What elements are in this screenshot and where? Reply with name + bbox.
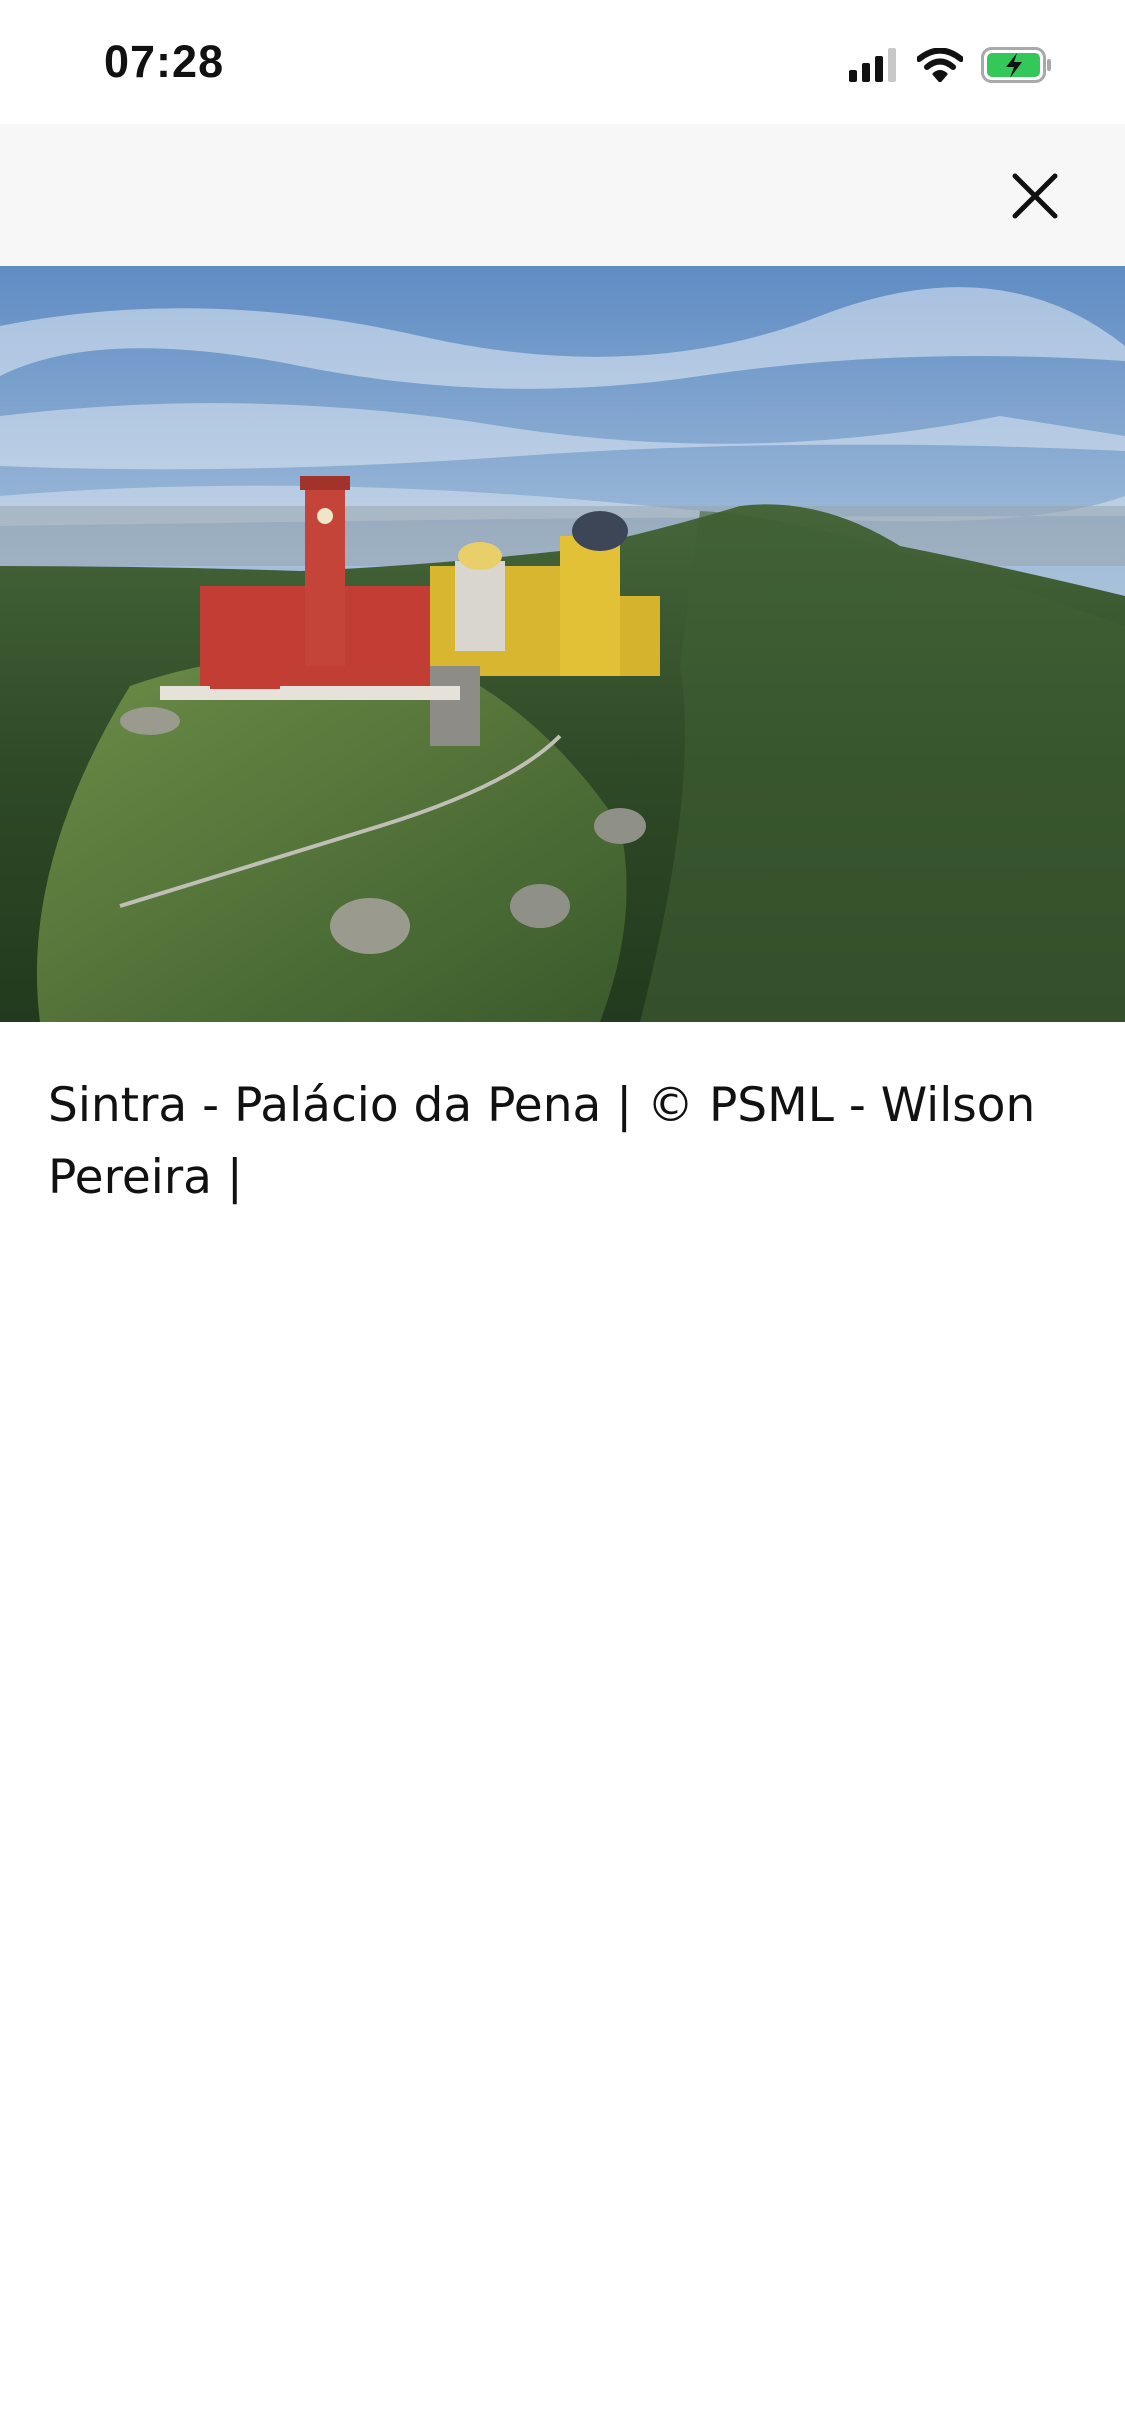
close-button[interactable] (993, 154, 1077, 238)
wifi-icon (917, 48, 963, 82)
close-icon (1012, 173, 1058, 219)
status-bar: 07:28 (0, 0, 1125, 124)
status-time: 07:28 (104, 36, 225, 87)
battery-charging-icon (981, 47, 1051, 83)
status-icons (849, 40, 1053, 90)
palace-photo (0, 266, 1125, 1022)
cellular-signal-icon (849, 48, 896, 82)
photo-caption: Sintra - Palácio da Pena | © PSML - Wils… (48, 1078, 1036, 1205)
top-nav-bar (0, 124, 1125, 266)
